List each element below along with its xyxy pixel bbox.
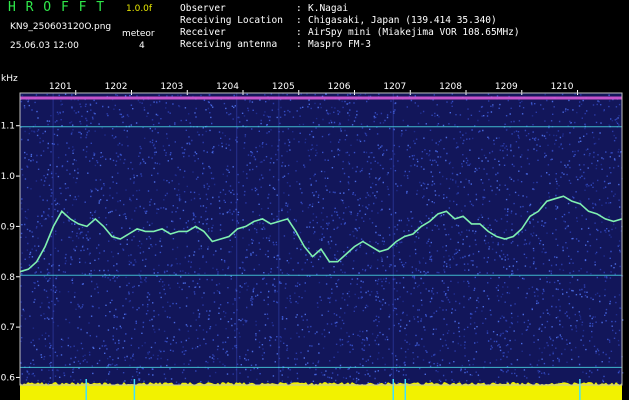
x-tick-label: 1203 <box>160 82 183 92</box>
x-tick-label: 1202 <box>105 82 128 92</box>
y-tick-label: 0.9 <box>1 222 16 232</box>
spectrogram-chart: 0.6 0.7 0.8 0.9 1.0 1.1 1201 1202 1203 1204 1205 12… <box>1 82 624 400</box>
x-tick-label: 1205 <box>272 82 295 92</box>
x-tick-label: 1207 <box>383 82 406 92</box>
y-tick-label: 0.6 <box>1 373 16 383</box>
x-tick-label: 1210 <box>551 82 574 92</box>
x-tick-label: 1201 <box>49 82 72 92</box>
plot-background <box>20 93 622 385</box>
x-tick-label: 1209 <box>495 82 518 92</box>
y-tick-label: 1.1 <box>1 122 15 132</box>
x-tick-label: 1206 <box>328 82 351 92</box>
power-bar <box>20 385 622 400</box>
x-tick-label: 1208 <box>439 82 462 92</box>
y-tick-label: 1.0 <box>1 172 16 182</box>
y-tick-label: 0.8 <box>1 273 16 283</box>
y-tick-label: 0.7 <box>1 323 15 333</box>
x-tick-label: 1204 <box>216 82 239 92</box>
